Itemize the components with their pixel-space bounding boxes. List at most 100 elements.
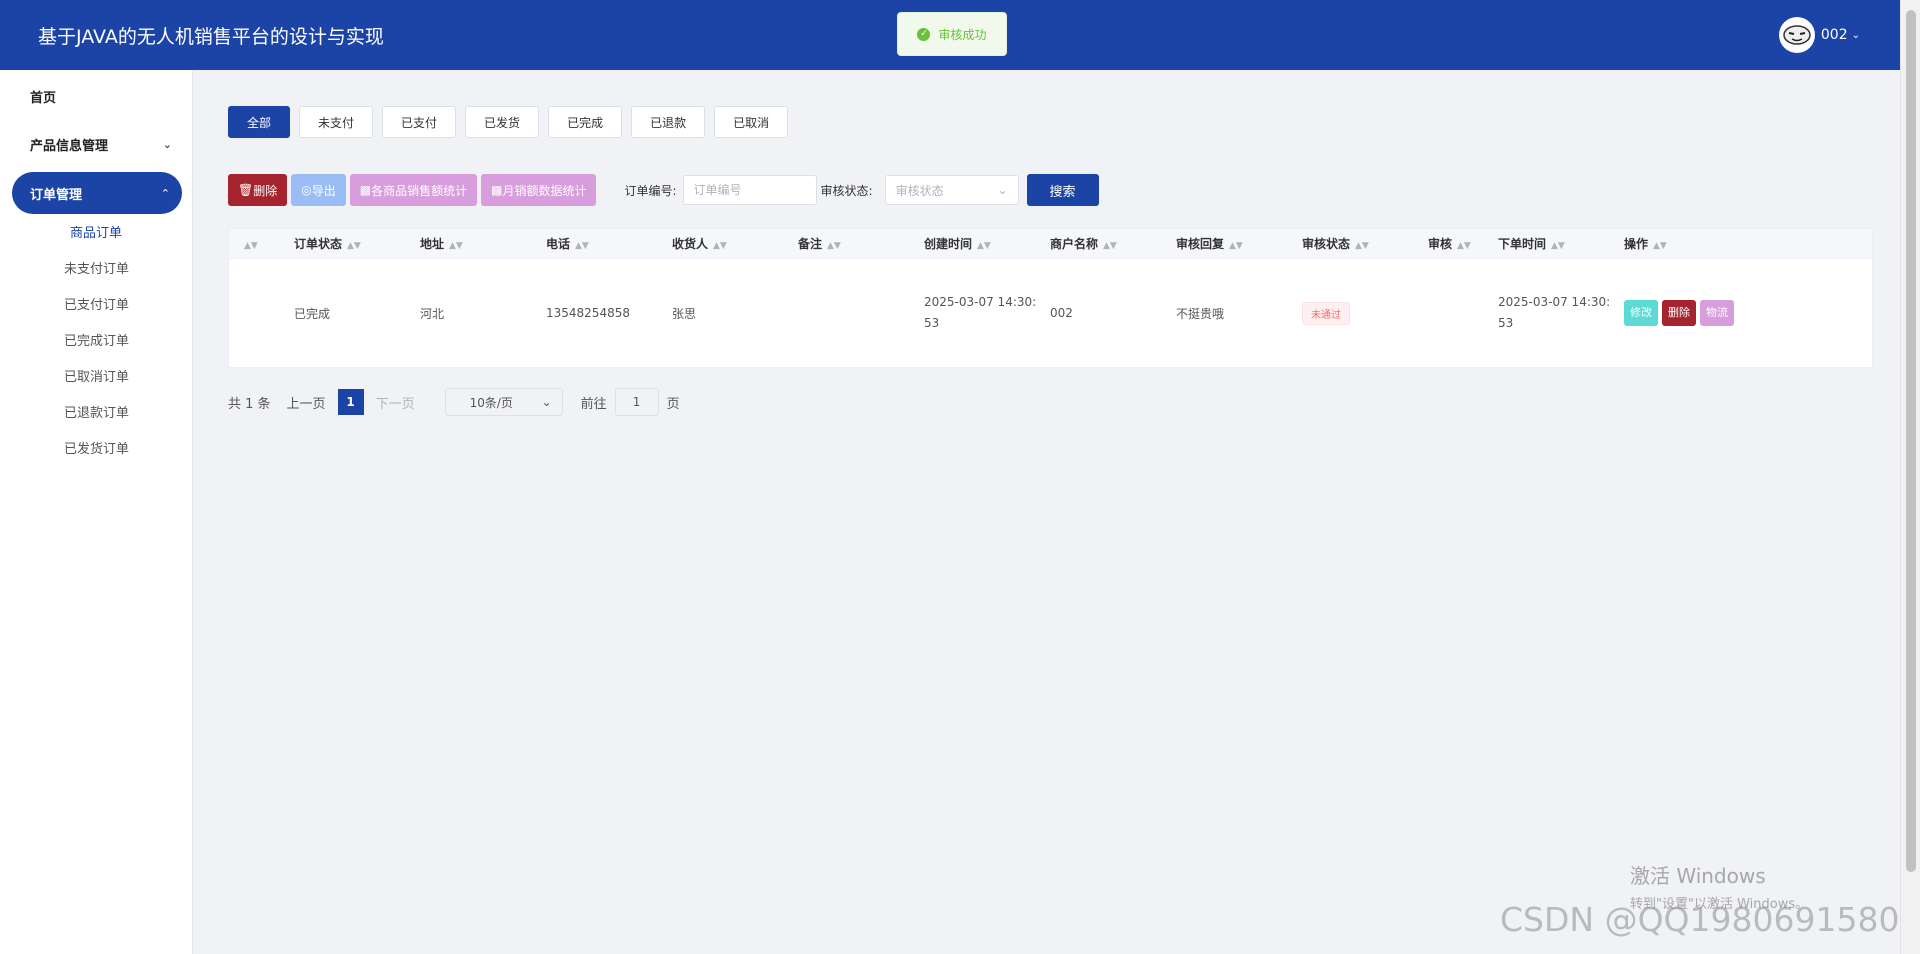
sort-icon[interactable]: ▲▼ [244, 241, 258, 251]
app-title: 基于JAVA的无人机销售平台的设计与实现 [38, 25, 384, 48]
pagination: 共 1 条 上一页 1 下一页 10条/页 ⌄ 前往 1 页 [228, 388, 680, 416]
submenu-item-completed-orders[interactable]: 已完成订单 [0, 324, 192, 360]
column-header[interactable]: 审核状态 ▲▼ [1292, 235, 1418, 252]
column-header-label: 商户名称 [1050, 237, 1099, 251]
sidebar-item-product-info[interactable]: 产品信息管理 ⌄ [0, 120, 192, 168]
submenu-item-paid-orders[interactable]: 已支付订单 [0, 288, 192, 324]
audit-status-select[interactable]: 审核状态 ⌄ [884, 175, 1019, 205]
user-menu[interactable]: 002 ⌄ [1778, 17, 1860, 53]
column-header-label: 订单状态 [294, 237, 343, 251]
submenu-item-product-orders[interactable]: 商品订单 [0, 216, 192, 252]
sort-icon[interactable]: ▲▼ [1653, 241, 1667, 251]
toast-message: 审核成功 [938, 27, 987, 42]
tab-unpaid[interactable]: 未支付 [299, 106, 374, 138]
export-button[interactable]: ◎ 导出 [291, 174, 346, 206]
order-time-line: 2025-03-07 14:30: [1498, 295, 1611, 309]
sort-icon[interactable]: ▲▼ [1457, 241, 1471, 251]
audit-reply-cell: 不挺贵哦 [1176, 306, 1225, 321]
chevron-down-icon: ⌄ [541, 395, 552, 409]
sort-icon[interactable]: ▲▼ [575, 241, 589, 251]
order-time-cell: 2025-03-07 14:30: 53 [1488, 292, 1614, 334]
edit-button[interactable]: 修改 [1624, 300, 1658, 326]
column-header-label: 下单时间 [1498, 237, 1547, 251]
row-delete-button[interactable]: 删除 [1662, 300, 1696, 326]
user-avatar[interactable] [1778, 17, 1815, 53]
submenu-item-shipped-orders[interactable]: 已发货订单 [0, 432, 192, 468]
column-header[interactable]: 审核 ▲▼ [1418, 235, 1488, 252]
vertical-scrollbar[interactable] [1900, 0, 1920, 954]
toolbar: 🗑 删除 ◎ 导出 ▩ 各商品销售额统计 ▩ 月销额数据统计 订单编号: 审核状… [228, 174, 1099, 206]
scrollbar-thumb[interactable] [1906, 10, 1916, 872]
column-header[interactable]: 操作 ▲▼ [1614, 235, 1814, 252]
logistics-button[interactable]: 物流 [1700, 300, 1734, 326]
success-toast: ✓ 审核成功 [897, 12, 1007, 56]
sort-icon[interactable]: ▲▼ [1355, 241, 1369, 251]
column-header[interactable]: 地址 ▲▼ [410, 235, 536, 252]
submenu-item-unpaid-orders[interactable]: 未支付订单 [0, 252, 192, 288]
tab-cancelled[interactable]: 已取消 [714, 106, 789, 138]
page-size-value: 10条/页 [469, 395, 513, 410]
avatar-face-icon [1783, 25, 1811, 45]
column-header-label: 电话 [546, 237, 571, 251]
tab-refunded[interactable]: 已退款 [631, 106, 706, 138]
audit-status-cell: 未通过 [1292, 301, 1418, 325]
column-header[interactable]: 下单时间 ▲▼ [1488, 235, 1614, 252]
column-header-label: 创建时间 [924, 237, 973, 251]
search-button[interactable]: 搜索 [1026, 174, 1099, 206]
prev-page-button[interactable]: 上一页 [283, 393, 330, 412]
chevron-down-icon[interactable]: ⌄ [1852, 30, 1860, 41]
goto-label: 前往 [580, 396, 607, 412]
username[interactable]: 002 [1821, 27, 1848, 43]
column-header[interactable]: 审核回复 ▲▼ [1166, 235, 1292, 252]
sidebar-item-orders[interactable]: 订单管理 ⌃ [12, 172, 182, 214]
column-header[interactable]: 备注 ▲▼ [788, 235, 914, 252]
sort-icon[interactable]: ▲▼ [1551, 241, 1565, 251]
sort-icon[interactable]: ▲▼ [1103, 241, 1117, 251]
delete-button[interactable]: 🗑 删除 [228, 174, 288, 206]
table-header: ▲▼ 订单状态 ▲▼ 地址 ▲▼ 电话 ▲▼ 收货人 ▲▼ 备注 ▲▼ 创建时间 ▲▼ 商户… [229, 229, 1872, 259]
sidebar-item-home[interactable]: 首页 [0, 72, 192, 120]
tab-shipped[interactable]: 已发货 [465, 106, 540, 138]
bar-chart-icon: ▩ [359, 183, 372, 197]
tab-completed[interactable]: 已完成 [548, 106, 623, 138]
sort-icon[interactable]: ▲▼ [827, 241, 841, 251]
chevron-down-icon: ⌄ [162, 137, 172, 151]
select-column-header[interactable]: ▲▼ [229, 237, 284, 251]
order-time-line: 53 [1498, 316, 1514, 330]
table-row[interactable]: 已完成 河北 13548254858 张思 2025-03-07 14:30: … [229, 259, 1872, 367]
status-badge: 未通过 [1302, 301, 1350, 325]
main-content: 全部 未支付 已支付 已发货 已完成 已退款 已取消 🗑 删除 ◎ 导出 ▩ 各… [193, 70, 1900, 954]
sort-icon[interactable]: ▲▼ [449, 241, 463, 251]
submenu-item-refunded-orders[interactable]: 已退款订单 [0, 396, 192, 432]
sort-icon[interactable]: ▲▼ [1229, 241, 1243, 251]
column-header[interactable]: 订单状态 ▲▼ [284, 235, 410, 252]
csdn-watermark: CSDN @QQ1980691580 [1500, 900, 1900, 939]
order-no-label: 订单编号: [624, 183, 677, 198]
audit-status-placeholder: 审核状态 [895, 183, 944, 198]
goto-page-input[interactable]: 1 [614, 388, 659, 416]
column-header[interactable]: 收货人 ▲▼ [662, 235, 788, 252]
tab-paid[interactable]: 已支付 [382, 106, 457, 138]
column-header-label: 备注 [798, 237, 823, 251]
submenu-item-cancelled-orders[interactable]: 已取消订单 [0, 360, 192, 396]
product-sales-stat-button[interactable]: ▩ 各商品销售额统计 [349, 174, 478, 206]
page-number-current[interactable]: 1 [337, 389, 364, 415]
phone-cell: 13548254858 [546, 306, 630, 320]
column-header[interactable]: 电话 ▲▼ [536, 235, 662, 252]
trash-icon: 🗑 [238, 183, 254, 197]
audit-status-label: 审核状态: [820, 183, 873, 198]
next-page-button[interactable]: 下一页 [372, 393, 419, 412]
order-no-input[interactable] [682, 175, 817, 205]
tab-all[interactable]: 全部 [228, 106, 291, 138]
sort-icon[interactable]: ▲▼ [347, 241, 361, 251]
column-header[interactable]: 创建时间 ▲▼ [914, 235, 1040, 252]
sort-icon[interactable]: ▲▼ [713, 241, 727, 251]
page-size-select[interactable]: 10条/页 ⌄ [444, 388, 563, 416]
sort-icon[interactable]: ▲▼ [977, 241, 991, 251]
column-header[interactable]: 商户名称 ▲▼ [1040, 235, 1166, 252]
chevron-up-icon: ⌃ [160, 186, 170, 200]
column-header-label: 操作 [1624, 237, 1649, 251]
delete-button-label: 删除 [253, 183, 278, 198]
column-header-label: 收货人 [672, 237, 709, 251]
monthly-sales-stat-button[interactable]: ▩ 月销额数据统计 [481, 174, 597, 206]
